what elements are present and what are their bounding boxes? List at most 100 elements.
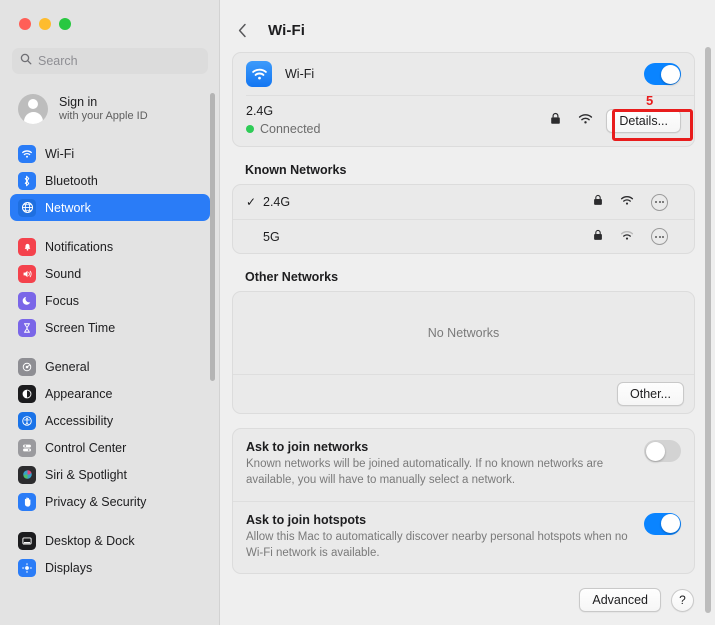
main-content: Wi-Fi Wi-Fi 2.4G Connected Details... Kn… [220,0,715,625]
more-options-icon[interactable] [651,193,668,211]
ask-to-join-hotspots-toggle[interactable] [644,512,681,535]
sidebar-item-screen-time[interactable]: Screen Time [10,314,210,341]
bluetooth-icon [18,171,36,190]
account-name: Sign in [59,94,98,109]
wifi-card: Wi-Fi 2.4G Connected Details... [232,52,695,147]
wifi-signal-icon [578,112,593,130]
minimize-window-button[interactable] [39,18,51,30]
known-network-row[interactable]: ✓ 2.4G [233,185,694,219]
no-networks-placeholder: No Networks [233,292,694,374]
sidebar-item-accessibility[interactable]: Accessibility [10,407,210,434]
lock-icon [593,228,603,246]
sidebar-item-control-center[interactable]: Control Center [10,434,210,461]
ask-to-join-hotspots-row: Ask to join hotspots Allow this Mac to a… [233,500,694,574]
sidebar-item-label: Control Center [45,440,127,455]
displays-icon [18,558,36,577]
ask-to-join-hotspots-description: Allow this Mac to automatically discover… [246,530,628,559]
search-icon [20,52,32,70]
bell-icon [18,237,36,256]
ask-to-join-hotspots-title: Ask to join hotspots [246,512,367,527]
control-center-icon [18,438,36,457]
sidebar-item-label: Displays [45,560,93,575]
sidebar-item-label: Desktop & Dock [45,533,135,548]
sidebar-item-notifications[interactable]: Notifications [10,233,210,260]
wifi-toggle[interactable] [644,63,681,85]
close-window-button[interactable] [19,18,31,30]
globe-icon [18,198,36,217]
lock-icon [593,193,603,211]
sidebar-nav: Wi-Fi Bluetooth Network Notifications So… [0,140,220,581]
sidebar-item-label: Sound [45,266,82,281]
main-header: Wi-Fi [220,0,715,44]
sidebar-item-sound[interactable]: Sound [10,260,210,287]
sidebar-item-siri-and-spotlight[interactable]: Siri & Spotlight [10,461,210,488]
window-traffic-lights [0,0,220,30]
more-options-icon[interactable] [651,228,668,245]
page-title: Wi-Fi [268,21,306,39]
no-networks-text: No Networks [427,326,500,340]
sidebar-item-label: Accessibility [45,413,114,428]
hourglass-icon [18,318,36,337]
search-field[interactable] [12,48,208,74]
settings-content: Wi-Fi 2.4G Connected Details... Known Ne… [220,44,715,613]
main-scrollbar[interactable] [705,47,711,613]
other-networks-card: No Networks Other... [232,291,695,414]
sidebar-item-label: Appearance [45,386,113,401]
other-networks-actions: Other... [233,374,694,413]
sidebar-scrollbar[interactable] [210,93,215,381]
sidebar: Sign in with your Apple ID Wi-Fi [0,0,220,625]
ask-to-join-networks-toggle[interactable] [644,440,681,462]
sidebar-item-desktop-and-dock[interactable]: Desktop & Dock [10,527,210,554]
sidebar-item-privacy-and-security[interactable]: Privacy & Security [10,488,210,515]
sidebar-group-system: Notifications Sound Focus Screen Time [0,233,220,341]
details-button[interactable]: Details... [606,108,681,133]
sidebar-item-focus[interactable]: Focus [10,287,210,314]
advanced-button[interactable]: Advanced [579,588,661,613]
footer-actions: Advanced ? [232,588,695,613]
appearance-icon [18,384,36,403]
connected-network-row: 2.4G Connected Details... [233,95,694,146]
sidebar-group-preferences: General Appearance Accessibility Control… [0,353,220,515]
checkmark-icon: ✓ [246,195,257,209]
known-network-row[interactable]: 5G [233,219,694,253]
sidebar-group-connectivity: Wi-Fi Bluetooth Network [0,140,220,221]
sidebar-item-label: General [45,359,90,374]
annotation-step-number: 5 [646,93,654,108]
system-settings-window: Sign in with your Apple ID Wi-Fi [0,0,715,625]
sidebar-item-displays[interactable]: Displays [10,554,210,581]
desktop-dock-icon [18,531,36,550]
wifi-icon [246,61,272,87]
other-button[interactable]: Other... [617,382,684,406]
search-input[interactable] [38,54,200,68]
sidebar-item-label: Network [45,200,91,215]
lock-icon [550,112,561,130]
sidebar-item-label: Notifications [45,239,114,254]
wifi-toggle-row: Wi-Fi [233,53,694,95]
sidebar-item-label: Privacy & Security [45,494,147,509]
gear-icon [18,357,36,376]
wifi-preferences-card: Ask to join networks Known networks will… [232,428,695,575]
other-networks-title: Other Networks [245,270,339,284]
back-button[interactable] [234,20,250,40]
status-dot-icon [246,125,254,133]
hand-icon [18,492,36,511]
accessibility-icon [18,411,36,430]
sidebar-group-desktop: Desktop & Dock Displays [0,527,220,581]
sidebar-item-label: Siri & Spotlight [45,467,127,482]
wifi-signal-icon [620,228,634,246]
maximize-window-button[interactable] [59,18,71,30]
avatar [18,94,48,124]
ask-to-join-networks-title: Ask to join networks [246,440,369,454]
sidebar-item-general[interactable]: General [10,353,210,380]
wifi-signal-icon [620,193,634,211]
connected-network-status: Connected [260,122,321,136]
sidebar-item-appearance[interactable]: Appearance [10,380,210,407]
account-subtitle: with your Apple ID [59,109,148,122]
sidebar-item-bluetooth[interactable]: Bluetooth [10,167,210,194]
known-network-name: 5G [263,229,280,244]
account-sign-in-row[interactable]: Sign in with your Apple ID [10,88,210,130]
sidebar-item-wi-fi[interactable]: Wi-Fi [10,140,210,167]
sidebar-item-network[interactable]: Network [10,194,210,221]
help-button[interactable]: ? [671,588,694,612]
sidebar-item-label: Focus [45,293,80,308]
